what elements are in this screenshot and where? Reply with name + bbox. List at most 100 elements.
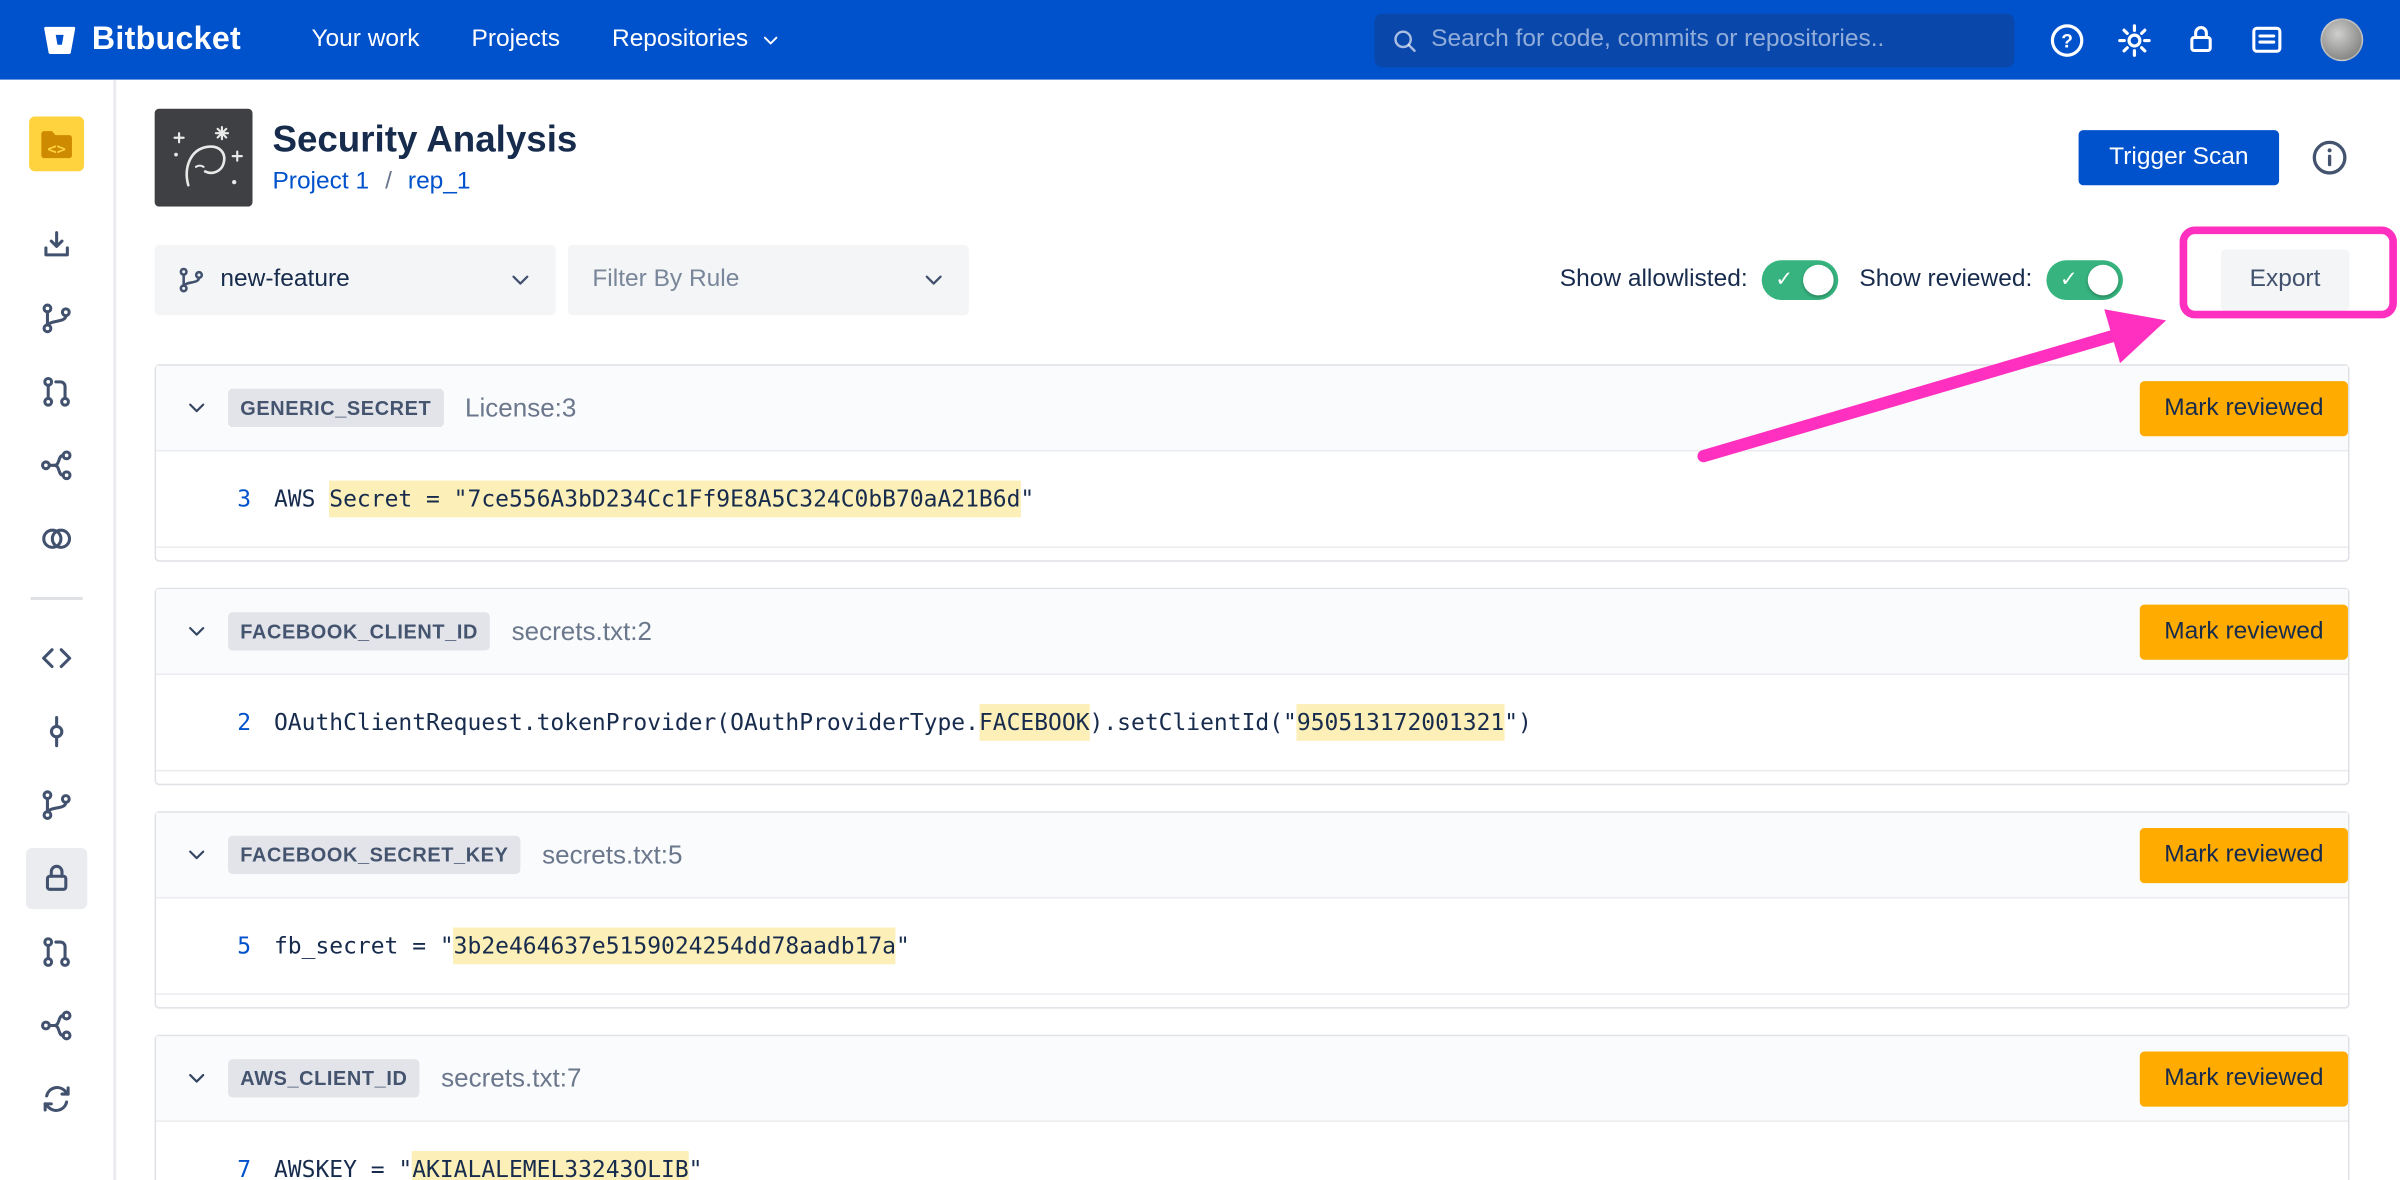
forks-icon[interactable] <box>26 995 87 1056</box>
secret-highlight: 950513172001321 <box>1297 704 1504 741</box>
check-icon: ✓ <box>1775 266 1793 292</box>
pipelines-icon[interactable] <box>26 435 87 496</box>
line-number: 2 <box>217 709 251 737</box>
compare-venn-icon[interactable] <box>26 508 87 569</box>
commits-icon[interactable] <box>26 701 87 762</box>
collapse-chevron-icon[interactable] <box>178 613 215 650</box>
secret-highlight: Secret = "7ce556A3bD234Cc1Ff9E8A5C324C0b… <box>329 481 1020 518</box>
branches-icon[interactable] <box>26 288 87 349</box>
finding-header: GENERIC_SECRET License:3 Mark reviewed <box>156 366 2348 452</box>
sync-refresh-icon[interactable] <box>26 1068 87 1129</box>
collapse-chevron-icon[interactable] <box>178 390 215 427</box>
user-avatar[interactable] <box>2320 18 2363 61</box>
brand-name: Bitbucket <box>92 21 241 58</box>
security-lock-icon[interactable] <box>26 848 87 909</box>
code-line: 3 AWS Secret = "7ce556A3bD234Cc1Ff9E8A5C… <box>156 452 2348 548</box>
rule-filter-placeholder: Filter By Rule <box>592 266 739 294</box>
settings-gear-icon[interactable] <box>2115 21 2153 59</box>
line-number: 5 <box>217 932 251 960</box>
secret-highlight: AKIALALEMEL33243OLIB <box>412 1151 688 1180</box>
repo-avatar-icon[interactable] <box>29 116 84 171</box>
mark-reviewed-button[interactable]: Mark reviewed <box>2140 827 2348 882</box>
finding-location: secrets.txt:2 <box>512 616 652 647</box>
toggle-knob <box>2087 265 2118 296</box>
finding-card: AWS_CLIENT_ID secrets.txt:7 Mark reviewe… <box>155 1035 2350 1180</box>
breadcrumb-separator: / <box>385 168 392 194</box>
page-title: Security Analysis <box>272 119 577 162</box>
show-allowlisted-toggle[interactable]: ✓ <box>1761 260 1838 300</box>
navbar-actions <box>2048 18 2363 61</box>
secret-highlight: FACEBOOK <box>979 704 1090 741</box>
search-input[interactable] <box>1431 26 1999 54</box>
filter-row: new-feature Filter By Rule Show allowlis… <box>155 245 2350 315</box>
finding-card: FACEBOOK_SECRET_KEY secrets.txt:5 Mark r… <box>155 811 2350 1008</box>
bitbucket-bucket-icon <box>40 20 80 60</box>
check-icon: ✓ <box>2060 266 2078 292</box>
finding-header: FACEBOOK_SECRET_KEY secrets.txt:5 Mark r… <box>156 813 2348 899</box>
line-number: 3 <box>217 485 251 513</box>
mark-reviewed-button[interactable]: Mark reviewed <box>2140 1051 2348 1106</box>
nav-item-repositories[interactable]: Repositories <box>612 26 782 54</box>
rule-badge: FACEBOOK_CLIENT_ID <box>228 612 490 650</box>
mark-reviewed-button[interactable]: Mark reviewed <box>2140 604 2348 659</box>
admin-lock-icon[interactable] <box>2183 21 2220 58</box>
branch-list-icon[interactable] <box>26 774 87 835</box>
rule-badge: FACEBOOK_SECRET_KEY <box>228 836 521 874</box>
pull-requests-icon[interactable] <box>26 361 87 422</box>
breadcrumb-project-link[interactable]: Project 1 <box>272 168 369 194</box>
show-reviewed-toggle[interactable]: ✓ <box>2046 260 2123 300</box>
clone-icon[interactable] <box>26 214 87 275</box>
finding-location: License:3 <box>465 393 576 424</box>
secret-highlight: 3b2e464637e5159024254dd78aadb17a <box>454 928 896 965</box>
bitbucket-logo[interactable]: Bitbucket <box>40 20 241 60</box>
export-button[interactable]: Export <box>2221 249 2350 310</box>
show-allowlisted-label: Show allowlisted: <box>1560 266 1748 294</box>
source-code-icon[interactable] <box>26 628 87 689</box>
code-line: 5 fb_secret = "3b2e464637e5159024254dd78… <box>156 898 2348 994</box>
rule-badge: GENERIC_SECRET <box>228 389 444 427</box>
finding-location: secrets.txt:5 <box>542 840 682 871</box>
code-line: 2 OAuthClientRequest.tokenProvider(OAuth… <box>156 675 2348 771</box>
finding-location: secrets.txt:7 <box>441 1063 581 1094</box>
code-text: AWSKEY = "AKIALALEMEL33243OLIB" <box>274 1156 703 1180</box>
finding-header: AWS_CLIENT_ID secrets.txt:7 Mark reviewe… <box>156 1036 2348 1122</box>
findings-list: GENERIC_SECRET License:3 Mark reviewed 3… <box>155 364 2350 1180</box>
left-sidebar <box>0 80 116 1180</box>
nav-item-your-work[interactable]: Your work <box>311 26 419 54</box>
rule-filter-dropdown[interactable]: Filter By Rule <box>568 245 969 315</box>
app-root: Bitbucket Your work Projects Repositorie… <box>0 0 2400 1180</box>
search-icon <box>1390 25 1419 54</box>
code-text: OAuthClientRequest.tokenProvider(OAuthPr… <box>274 709 1532 737</box>
repo-avatar-image <box>155 109 253 207</box>
chevron-down-icon <box>507 266 535 294</box>
finding-card: FACEBOOK_CLIENT_ID secrets.txt:2 Mark re… <box>155 588 2350 785</box>
feedback-icon[interactable] <box>2248 21 2285 58</box>
rule-badge: AWS_CLIENT_ID <box>228 1059 420 1097</box>
code-text: AWS Secret = "7ce556A3bD234Cc1Ff9E8A5C32… <box>274 485 1034 513</box>
top-navbar: Bitbucket Your work Projects Repositorie… <box>0 0 2400 80</box>
breadcrumb: Project 1 / rep_1 <box>272 168 577 196</box>
trigger-scan-button[interactable]: Trigger Scan <box>2079 130 2280 185</box>
chevron-down-icon <box>759 28 782 51</box>
chevron-down-icon <box>920 266 948 294</box>
branch-selector-dropdown[interactable]: new-feature <box>155 245 556 315</box>
finding-card: GENERIC_SECRET License:3 Mark reviewed 3… <box>155 364 2350 561</box>
mark-reviewed-button[interactable]: Mark reviewed <box>2140 380 2348 435</box>
toggle-knob <box>1803 265 1834 296</box>
code-text: fb_secret = "3b2e464637e5159024254dd78aa… <box>274 932 910 960</box>
global-search <box>1374 13 2014 67</box>
nav-item-projects[interactable]: Projects <box>472 26 560 54</box>
branch-selected-value: new-feature <box>220 266 349 294</box>
collapse-chevron-icon[interactable] <box>178 836 215 873</box>
collapse-chevron-icon[interactable] <box>178 1060 215 1097</box>
line-number: 7 <box>217 1156 251 1180</box>
pull-request-list-icon[interactable] <box>26 921 87 982</box>
main-content: Security Analysis Project 1 / rep_1 Trig… <box>116 80 2400 1180</box>
branch-icon <box>176 265 207 296</box>
show-reviewed-label: Show reviewed: <box>1859 266 2032 294</box>
info-icon[interactable] <box>2310 138 2350 178</box>
page-header: Security Analysis Project 1 / rep_1 Trig… <box>155 109 2350 207</box>
code-line: 7 AWSKEY = "AKIALALEMEL33243OLIB" <box>156 1122 2348 1180</box>
help-icon[interactable] <box>2048 21 2086 59</box>
breadcrumb-repo-link[interactable]: rep_1 <box>408 168 471 194</box>
